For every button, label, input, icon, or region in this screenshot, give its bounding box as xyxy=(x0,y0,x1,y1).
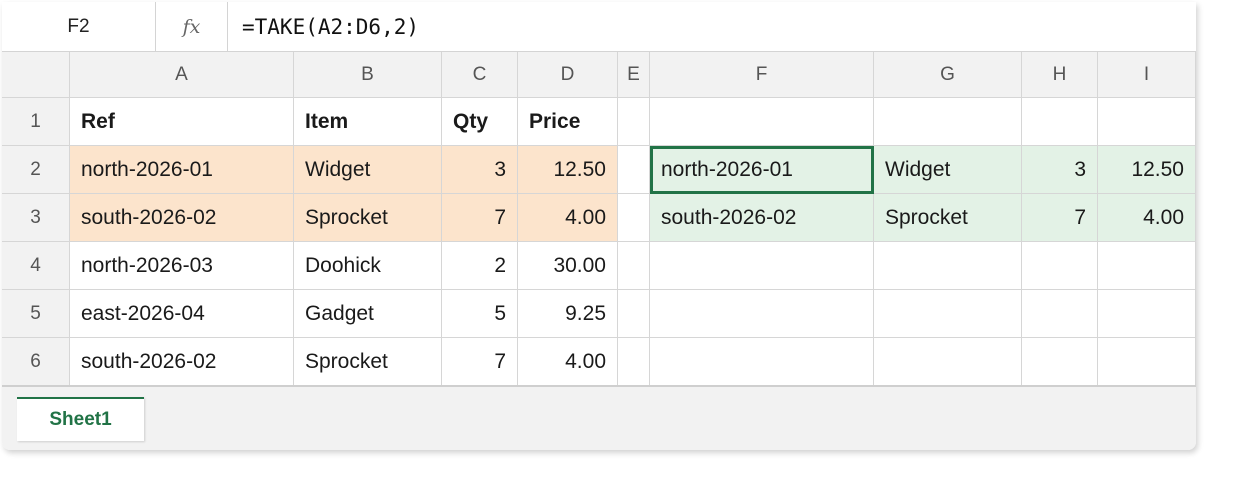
cell-g6[interactable] xyxy=(874,338,1022,386)
cell-h1[interactable] xyxy=(1022,98,1098,146)
cell-g4[interactable] xyxy=(874,242,1022,290)
cell-f2-active[interactable]: north-2026-01 xyxy=(650,146,874,194)
cell-g1[interactable] xyxy=(874,98,1022,146)
cell-b5[interactable]: Gadget xyxy=(294,290,442,338)
row-header-5[interactable]: 5 xyxy=(2,290,70,338)
cell-i1[interactable] xyxy=(1098,98,1196,146)
cell-a5[interactable]: east-2026-04 xyxy=(70,290,294,338)
cell-e3[interactable] xyxy=(618,194,650,242)
cell-h2[interactable]: 3 xyxy=(1022,146,1098,194)
cell-i5[interactable] xyxy=(1098,290,1196,338)
column-header-e[interactable]: E xyxy=(618,52,650,98)
column-header-h[interactable]: H xyxy=(1022,52,1098,98)
row-header-6[interactable]: 6 xyxy=(2,338,70,386)
cell-d5[interactable]: 9.25 xyxy=(518,290,618,338)
cell-i3[interactable]: 4.00 xyxy=(1098,194,1196,242)
cell-a6[interactable]: south-2026-02 xyxy=(70,338,294,386)
column-header-a[interactable]: A xyxy=(70,52,294,98)
column-header-i[interactable]: I xyxy=(1098,52,1196,98)
cell-f4[interactable] xyxy=(650,242,874,290)
cell-f5[interactable] xyxy=(650,290,874,338)
cell-a1[interactable]: Ref xyxy=(70,98,294,146)
cell-b4[interactable]: Doohick xyxy=(294,242,442,290)
cell-d6[interactable]: 4.00 xyxy=(518,338,618,386)
cell-c5[interactable]: 5 xyxy=(442,290,518,338)
column-header-d[interactable]: D xyxy=(518,52,618,98)
cell-g3[interactable]: Sprocket xyxy=(874,194,1022,242)
cell-e6[interactable] xyxy=(618,338,650,386)
cell-e1[interactable] xyxy=(618,98,650,146)
cell-f3[interactable]: south-2026-02 xyxy=(650,194,874,242)
cell-b6[interactable]: Sprocket xyxy=(294,338,442,386)
cell-c4[interactable]: 2 xyxy=(442,242,518,290)
cell-i2[interactable]: 12.50 xyxy=(1098,146,1196,194)
fx-icon[interactable]: fx xyxy=(156,2,228,51)
formula-input[interactable]: =TAKE(A2:D6,2) xyxy=(242,2,419,51)
cell-e4[interactable] xyxy=(618,242,650,290)
cell-h6[interactable] xyxy=(1022,338,1098,386)
name-box[interactable]: F2 xyxy=(2,2,156,51)
cell-i6[interactable] xyxy=(1098,338,1196,386)
formula-bar: F2 fx =TAKE(A2:D6,2) xyxy=(2,2,1196,52)
cell-d1[interactable]: Price xyxy=(518,98,618,146)
cell-h4[interactable] xyxy=(1022,242,1098,290)
cell-c2[interactable]: 3 xyxy=(442,146,518,194)
cell-h3[interactable]: 7 xyxy=(1022,194,1098,242)
cell-g2[interactable]: Widget xyxy=(874,146,1022,194)
cell-a2[interactable]: north-2026-01 xyxy=(70,146,294,194)
row-header-2[interactable]: 2 xyxy=(2,146,70,194)
cell-a3[interactable]: south-2026-02 xyxy=(70,194,294,242)
column-header-g[interactable]: G xyxy=(874,52,1022,98)
cell-c3[interactable]: 7 xyxy=(442,194,518,242)
sheet-tab-bar: Sheet1 xyxy=(2,385,1196,450)
cell-h5[interactable] xyxy=(1022,290,1098,338)
cell-d2[interactable]: 12.50 xyxy=(518,146,618,194)
cell-d4[interactable]: 30.00 xyxy=(518,242,618,290)
cell-b3[interactable]: Sprocket xyxy=(294,194,442,242)
cell-c1[interactable]: Qty xyxy=(442,98,518,146)
row-header-1[interactable]: 1 xyxy=(2,98,70,146)
cell-d3[interactable]: 4.00 xyxy=(518,194,618,242)
cell-i4[interactable] xyxy=(1098,242,1196,290)
sheet-tab-sheet1[interactable]: Sheet1 xyxy=(17,397,144,441)
select-all-corner[interactable] xyxy=(2,52,70,98)
column-header-f[interactable]: F xyxy=(650,52,874,98)
cell-b1[interactable]: Item xyxy=(294,98,442,146)
column-header-b[interactable]: B xyxy=(294,52,442,98)
cell-f6[interactable] xyxy=(650,338,874,386)
row-header-4[interactable]: 4 xyxy=(2,242,70,290)
column-header-c[interactable]: C xyxy=(442,52,518,98)
row-header-3[interactable]: 3 xyxy=(2,194,70,242)
cell-e2[interactable] xyxy=(618,146,650,194)
cell-e5[interactable] xyxy=(618,290,650,338)
cell-b2[interactable]: Widget xyxy=(294,146,442,194)
spreadsheet-window: F2 fx =TAKE(A2:D6,2) A B C D E F G H I 1… xyxy=(2,2,1196,450)
cell-a4[interactable]: north-2026-03 xyxy=(70,242,294,290)
cell-f1[interactable] xyxy=(650,98,874,146)
cell-c6[interactable]: 7 xyxy=(442,338,518,386)
cell-g5[interactable] xyxy=(874,290,1022,338)
